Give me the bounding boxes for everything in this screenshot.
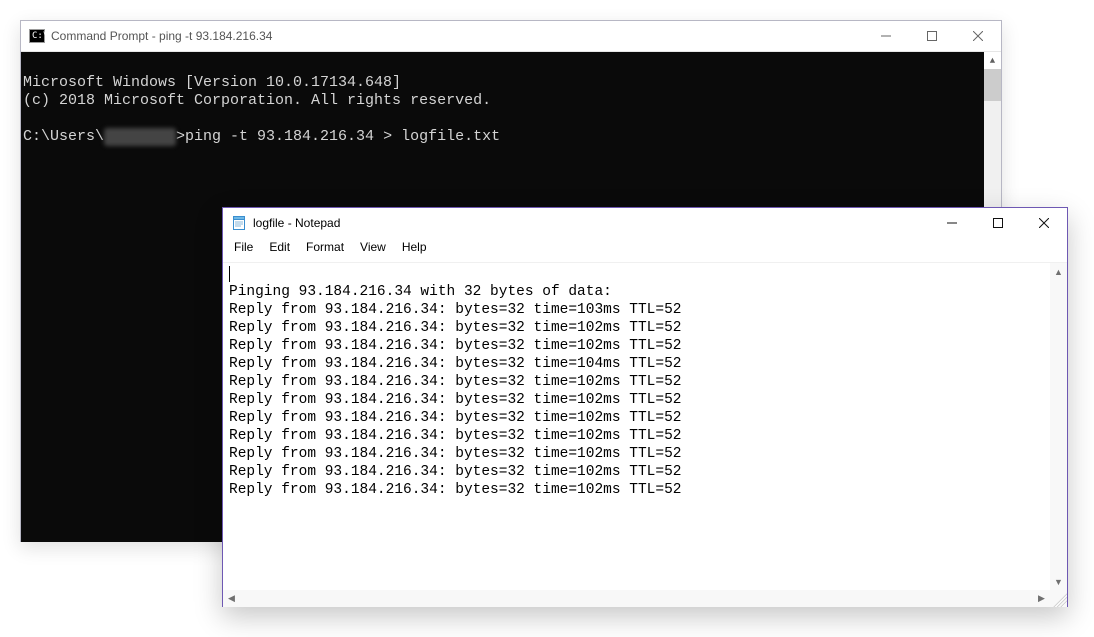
text-caret <box>229 266 230 282</box>
cmd-window-controls <box>863 21 1001 51</box>
scroll-down-arrow-icon[interactable]: ▼ <box>1050 573 1067 590</box>
resize-grip[interactable] <box>1050 590 1067 607</box>
notepad-titlebar[interactable]: logfile - Notepad <box>223 208 1067 238</box>
maximize-button[interactable] <box>909 21 955 51</box>
cmd-icon: C:\ <box>29 29 45 43</box>
ping-reply-line: Reply from 93.184.216.34: bytes=32 time=… <box>229 302 681 318</box>
ping-reply-line: Reply from 93.184.216.34: bytes=32 time=… <box>229 428 681 444</box>
ping-reply-line: Reply from 93.184.216.34: bytes=32 time=… <box>229 392 681 408</box>
notepad-vertical-scrollbar[interactable]: ▲ ▼ <box>1050 263 1067 590</box>
ping-reply-line: Reply from 93.184.216.34: bytes=32 time=… <box>229 446 681 462</box>
ping-reply-line: Reply from 93.184.216.34: bytes=32 time=… <box>229 320 681 336</box>
minimize-button[interactable] <box>863 21 909 51</box>
cmd-output-line: Microsoft Windows [Version 10.0.17134.64… <box>23 74 401 91</box>
ping-reply-line: Reply from 93.184.216.34: bytes=32 time=… <box>229 464 681 480</box>
scroll-left-arrow-icon[interactable]: ◀ <box>223 590 240 607</box>
close-button[interactable] <box>955 21 1001 51</box>
notepad-menubar: File Edit Format View Help <box>223 238 1067 263</box>
maximize-button[interactable] <box>975 208 1021 238</box>
notepad-window: logfile - Notepad File Edit Format View … <box>222 207 1068 607</box>
notepad-icon <box>231 215 247 231</box>
cmd-username-redacted: ████████ <box>104 128 176 146</box>
cmd-output-line: (c) 2018 Microsoft Corporation. All righ… <box>23 92 491 109</box>
notepad-text-area[interactable]: Pinging 93.184.216.34 with 32 bytes of d… <box>227 263 1050 590</box>
ping-reply-line: Reply from 93.184.216.34: bytes=32 time=… <box>229 374 681 390</box>
notepad-window-controls <box>929 208 1067 238</box>
cmd-prompt-prefix: C:\Users\ <box>23 128 104 145</box>
cmd-window-title: Command Prompt - ping -t 93.184.216.34 <box>51 29 863 43</box>
notepad-horizontal-scrollbar[interactable]: ◀ ▶ <box>223 590 1050 607</box>
ping-reply-line: Reply from 93.184.216.34: bytes=32 time=… <box>229 356 681 372</box>
ping-header-line: Pinging 93.184.216.34 with 32 bytes of d… <box>229 284 612 300</box>
menu-format[interactable]: Format <box>299 238 351 258</box>
menu-file[interactable]: File <box>227 238 260 258</box>
close-button[interactable] <box>1021 208 1067 238</box>
ping-reply-line: Reply from 93.184.216.34: bytes=32 time=… <box>229 482 681 498</box>
menu-view[interactable]: View <box>353 238 393 258</box>
notepad-client-area: Pinging 93.184.216.34 with 32 bytes of d… <box>223 263 1067 607</box>
menu-edit[interactable]: Edit <box>262 238 297 258</box>
cmd-titlebar[interactable]: C:\ Command Prompt - ping -t 93.184.216.… <box>21 21 1001 52</box>
cmd-command-text: >ping -t 93.184.216.34 > logfile.txt <box>176 128 500 145</box>
menu-help[interactable]: Help <box>395 238 434 258</box>
ping-reply-line: Reply from 93.184.216.34: bytes=32 time=… <box>229 338 681 354</box>
notepad-window-title: logfile - Notepad <box>253 216 929 230</box>
scroll-up-arrow-icon[interactable]: ▲ <box>984 52 1001 69</box>
ping-reply-line: Reply from 93.184.216.34: bytes=32 time=… <box>229 410 681 426</box>
scroll-up-arrow-icon[interactable]: ▲ <box>1050 263 1067 280</box>
scroll-right-arrow-icon[interactable]: ▶ <box>1033 590 1050 607</box>
scroll-thumb[interactable] <box>984 69 1001 101</box>
scroll-track[interactable] <box>240 590 1033 607</box>
scroll-track[interactable] <box>1050 280 1067 573</box>
minimize-button[interactable] <box>929 208 975 238</box>
